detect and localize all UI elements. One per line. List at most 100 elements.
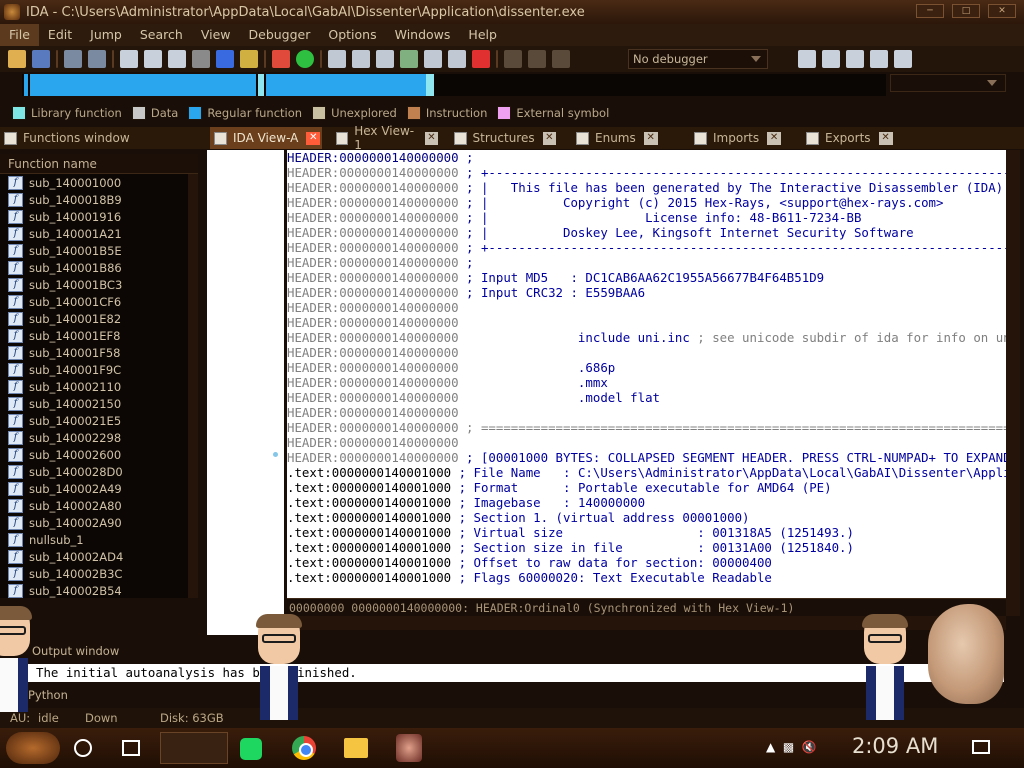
start-button[interactable] — [6, 732, 60, 764]
disasm-line[interactable]: HEADER:0000000140000000 — [287, 300, 1006, 315]
function-row[interactable]: f sub_140001B5E — [0, 242, 188, 259]
clock[interactable]: 2:09 AM — [852, 734, 938, 758]
disasm-line[interactable]: .text:0000000140001000 ; Format : Portab… — [287, 480, 1006, 495]
disasm-line[interactable]: HEADER:0000000140000000 ; +-------------… — [287, 240, 1006, 255]
function-row[interactable]: f sub_140001E82 — [0, 310, 188, 327]
stop-icon[interactable] — [552, 50, 570, 68]
tab-enums[interactable]: Enums ✕ — [572, 127, 666, 149]
menu-search[interactable]: Search — [131, 24, 192, 46]
close-icon[interactable]: ✕ — [878, 131, 893, 145]
graph-icon[interactable] — [168, 50, 186, 68]
structure-icon[interactable] — [120, 50, 138, 68]
close-icon[interactable]: ✕ — [767, 131, 782, 145]
open-icon[interactable] — [8, 50, 26, 68]
function-row[interactable]: f sub_140002A90 — [0, 514, 188, 531]
tab-exports[interactable]: Exports ✕ — [802, 127, 904, 149]
forward-icon[interactable] — [88, 50, 106, 68]
function-row[interactable]: f sub_140001CF6 — [0, 293, 188, 310]
disasm-line[interactable]: HEADER:0000000140000000 include uni.inc … — [287, 330, 1006, 345]
minimize-button[interactable]: ─ — [916, 4, 944, 18]
function-row[interactable]: f sub_140001EF8 — [0, 327, 188, 344]
functions-window-tab[interactable]: Functions window — [0, 127, 200, 149]
disasm-line[interactable]: HEADER:0000000140000000 ; Input CRC32 : … — [287, 285, 1006, 300]
disasm-line[interactable]: HEADER:0000000140000000 ; | This file ha… — [287, 180, 1006, 195]
disasm-line[interactable]: HEADER:0000000140000000 — [287, 345, 1006, 360]
ascii-icon[interactable] — [376, 50, 394, 68]
process-icon[interactable] — [822, 50, 840, 68]
function-list-scrollbar[interactable] — [188, 174, 198, 598]
function-row[interactable]: f sub_140002A80 — [0, 497, 188, 514]
disasm-line[interactable]: HEADER:0000000140000000 ; Input MD5 : DC… — [287, 270, 1006, 285]
hex-icon[interactable] — [144, 50, 162, 68]
taskbar-app-slot[interactable] — [160, 732, 228, 764]
list-icon[interactable] — [870, 50, 888, 68]
close-icon[interactable]: ✕ — [306, 131, 321, 145]
disasm-line[interactable]: HEADER:0000000140000000 — [287, 435, 1006, 450]
function-row[interactable]: f sub_140002AD4 — [0, 548, 188, 565]
disasm-line[interactable]: HEADER:0000000140000000 .mmx — [287, 375, 1006, 390]
menu-windows[interactable]: Windows — [386, 24, 460, 46]
pause-icon[interactable] — [528, 50, 546, 68]
function-row[interactable]: f sub_140002600 — [0, 446, 188, 463]
debugger-select[interactable]: No debugger — [628, 49, 768, 69]
python-console-label[interactable]: Python — [28, 688, 68, 702]
data-icon[interactable] — [352, 50, 370, 68]
disasm-line[interactable]: HEADER:0000000140000000 — [287, 405, 1006, 420]
disasm-line[interactable]: HEADER:0000000140000000 .686p — [287, 360, 1006, 375]
warning-icon[interactable] — [272, 50, 290, 68]
function-row[interactable]: f sub_140001916 — [0, 208, 188, 225]
binary-icon[interactable] — [192, 50, 210, 68]
menu-debugger[interactable]: Debugger — [240, 24, 320, 46]
code-icon[interactable] — [328, 50, 346, 68]
function-row[interactable]: f sub_140001A21 — [0, 225, 188, 242]
function-row[interactable]: f sub_140002B54 — [0, 582, 188, 598]
function-row[interactable]: f sub_140002B3C — [0, 565, 188, 582]
start-debug-icon[interactable] — [504, 50, 522, 68]
tab-hex-view[interactable]: Hex View-1 ✕ — [332, 124, 438, 152]
function-row[interactable]: f sub_1400018B9 — [0, 191, 188, 208]
rename-icon[interactable] — [448, 50, 466, 68]
menu-help[interactable]: Help — [459, 24, 506, 46]
disasm-line[interactable]: HEADER:0000000140000000 — [287, 315, 1006, 330]
function-row[interactable]: f sub_1400028D0 — [0, 463, 188, 480]
back-icon[interactable] — [64, 50, 82, 68]
run-green-icon[interactable] — [296, 50, 314, 68]
disassembly-view[interactable]: HEADER:0000000140000000 ; HEADER:0000000… — [287, 150, 1006, 598]
menu-file[interactable]: File — [0, 24, 39, 46]
tab-imports[interactable]: Imports ✕ — [690, 127, 790, 149]
menu-options[interactable]: Options — [319, 24, 385, 46]
output-window-title[interactable]: Output window — [32, 644, 119, 658]
close-button[interactable]: ✕ — [988, 4, 1016, 18]
save-icon[interactable] — [32, 50, 50, 68]
disasm-line[interactable]: HEADER:0000000140000000 ; — [287, 150, 1006, 165]
disasm-line[interactable]: .text:0000000140001000 ; Imagebase : 140… — [287, 495, 1006, 510]
ida-taskbar-icon[interactable] — [396, 734, 422, 762]
function-row[interactable]: f sub_140002150 — [0, 395, 188, 412]
search-icon[interactable] — [240, 50, 258, 68]
spotify-icon[interactable] — [240, 738, 262, 760]
task-view-icon[interactable] — [122, 740, 140, 756]
function-row[interactable]: f sub_140002110 — [0, 378, 188, 395]
jump-icon[interactable] — [216, 50, 234, 68]
function-row[interactable]: f sub_140001F58 — [0, 344, 188, 361]
disassembly-vertical-scrollbar[interactable] — [1006, 150, 1020, 616]
disasm-line[interactable]: HEADER:0000000140000000 ; | License info… — [287, 210, 1006, 225]
disasm-line[interactable]: .text:0000000140001000 ; Section 1. (vir… — [287, 510, 1006, 525]
function-row[interactable]: f sub_140001B86 — [0, 259, 188, 276]
file-explorer-icon[interactable] — [344, 738, 368, 758]
disasm-line[interactable]: .text:0000000140001000 ; Section size in… — [287, 540, 1006, 555]
close-icon[interactable]: ✕ — [542, 131, 556, 145]
breakpoint-icon[interactable] — [846, 50, 864, 68]
disasm-line[interactable]: HEADER:0000000140000000 ; ==============… — [287, 420, 1006, 435]
function-row[interactable]: f sub_140002298 — [0, 429, 188, 446]
tools-icon[interactable] — [894, 50, 912, 68]
function-name-column-header[interactable]: Function name — [0, 154, 198, 174]
function-row[interactable]: f sub_140001F9C — [0, 361, 188, 378]
system-tray[interactable]: ▲ ▩ 🔇 — [766, 740, 817, 754]
attach-icon[interactable] — [798, 50, 816, 68]
tab-structures[interactable]: Structures ✕ — [450, 127, 556, 149]
function-row[interactable]: f nullsub_1 — [0, 531, 188, 548]
maximize-button[interactable]: □ — [952, 4, 980, 18]
undefine-icon[interactable] — [424, 50, 442, 68]
function-row[interactable]: f sub_1400021E5 — [0, 412, 188, 429]
